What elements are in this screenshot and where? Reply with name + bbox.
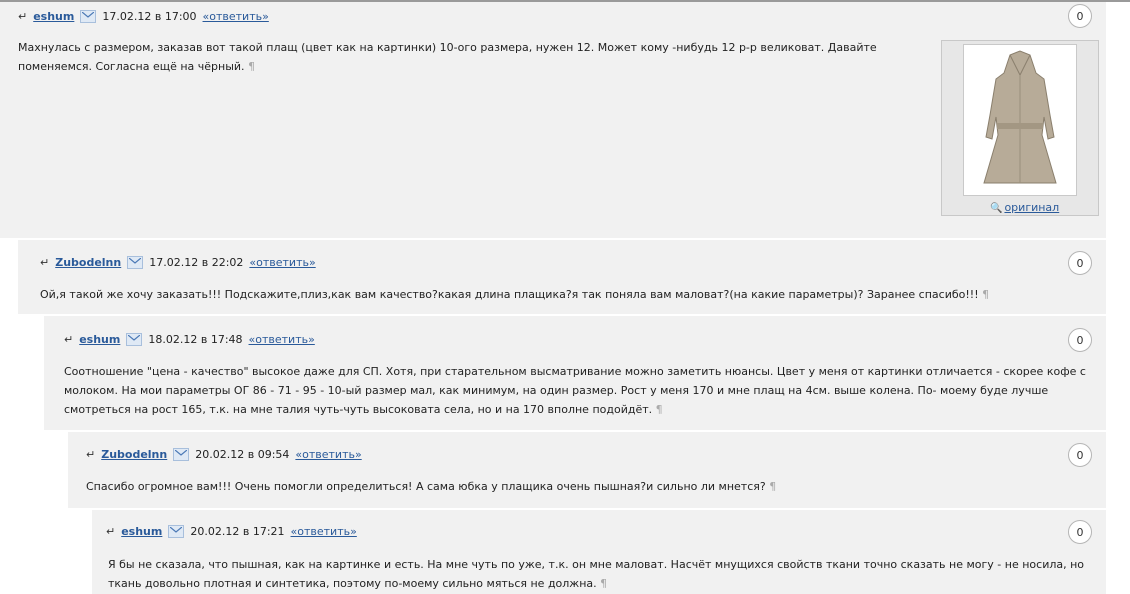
comment-date: 17.02.12 в 17:00 [102, 9, 197, 23]
comment-header: ↵ eshum 20.02.12 в 17:21 «ответить» [106, 517, 357, 545]
coat-icon [983, 50, 1057, 184]
comment-4: ↵ eshum 20.02.12 в 17:21 «ответить» 0 Я … [92, 510, 1106, 594]
mail-icon[interactable] [127, 255, 144, 269]
mail-icon[interactable] [80, 9, 97, 23]
rating-badge[interactable]: 0 [1068, 251, 1092, 275]
pilcrow-icon: ¶ [248, 60, 256, 73]
comment-3: ↵ Zubodelnn 20.02.12 в 09:54 «ответить» … [68, 432, 1106, 508]
reply-link[interactable]: «ответить» [249, 256, 315, 269]
comment-header: ↵ Zubodelnn 17.02.12 в 22:02 «ответить» [40, 248, 316, 276]
mail-icon[interactable] [168, 524, 185, 538]
comment-0: ↵ eshum 17.02.12 в 17:00 «ответить» 0 Ма… [0, 2, 1106, 238]
pilcrow-icon: ¶ [769, 480, 777, 493]
comment-1: ↵ Zubodelnn 17.02.12 в 22:02 «ответить» … [18, 240, 1106, 314]
rating-badge[interactable]: 0 [1068, 443, 1092, 467]
comment-date: 20.02.12 в 17:21 [190, 524, 285, 538]
comment-text: Ой,я такой же хочу заказать!!! Подскажит… [40, 288, 979, 301]
comment-text: Спасибо огромное вам!!! Очень помогли оп… [86, 480, 766, 493]
reply-link[interactable]: «ответить» [291, 525, 357, 538]
comment-header: ↵ eshum 17.02.12 в 17:00 «ответить» [18, 2, 269, 30]
comment-header: ↵ Zubodelnn 20.02.12 в 09:54 «ответить» [86, 440, 362, 468]
image-attachment: 🔍 оригинал [941, 40, 1099, 216]
comment-text: Махнулась с размером, заказав вот такой … [18, 41, 877, 73]
author-link[interactable]: eshum [79, 333, 120, 346]
reply-link[interactable]: «ответить» [295, 448, 361, 461]
comment-body: Спасибо огромное вам!!! Очень помогли оп… [86, 477, 1096, 496]
rating-badge[interactable]: 0 [1068, 328, 1092, 352]
comment-header: ↵ eshum 18.02.12 в 17:48 «ответить» [64, 325, 315, 353]
reply-arrow-icon: ↵ [86, 447, 96, 461]
reply-link[interactable]: «ответить» [203, 10, 269, 23]
original-image-link[interactable]: оригинал [1004, 201, 1059, 214]
comment-body: Соотношение "цена - качество" высокое да… [64, 362, 1100, 419]
comment-date: 17.02.12 в 22:02 [149, 255, 244, 269]
author-link[interactable]: Zubodelnn [101, 448, 167, 461]
reply-arrow-icon: ↵ [18, 9, 28, 23]
coat-image[interactable] [963, 44, 1077, 196]
comment-body: Я бы не сказала, что пышная, как на карт… [108, 555, 1102, 593]
reply-arrow-icon: ↵ [106, 524, 116, 538]
comment-body: Махнулась с размером, заказав вот такой … [18, 38, 936, 76]
comment-2: ↵ eshum 18.02.12 в 17:48 «ответить» 0 Со… [44, 316, 1106, 430]
comment-body: Ой,я такой же хочу заказать!!! Подскажит… [40, 285, 1090, 304]
magnifier-icon: 🔍 [990, 203, 1003, 214]
comment-text: Я бы не сказала, что пышная, как на карт… [108, 558, 1085, 590]
comment-text: Соотношение "цена - качество" высокое да… [64, 365, 1086, 416]
pilcrow-icon: ¶ [982, 288, 990, 301]
pilcrow-icon: ¶ [655, 403, 663, 416]
reply-link[interactable]: «ответить» [249, 333, 315, 346]
pilcrow-icon: ¶ [600, 577, 608, 590]
rating-badge[interactable]: 0 [1068, 4, 1092, 28]
original-link-wrap: 🔍 оригинал [990, 201, 1059, 214]
reply-arrow-icon: ↵ [40, 255, 50, 269]
rating-badge[interactable]: 0 [1068, 520, 1092, 544]
mail-icon[interactable] [126, 332, 143, 346]
author-link[interactable]: eshum [33, 10, 74, 23]
author-link[interactable]: eshum [121, 525, 162, 538]
comment-date: 18.02.12 в 17:48 [148, 332, 243, 346]
author-link[interactable]: Zubodelnn [55, 256, 121, 269]
mail-icon[interactable] [173, 447, 190, 461]
reply-arrow-icon: ↵ [64, 332, 74, 346]
comment-date: 20.02.12 в 09:54 [195, 447, 290, 461]
